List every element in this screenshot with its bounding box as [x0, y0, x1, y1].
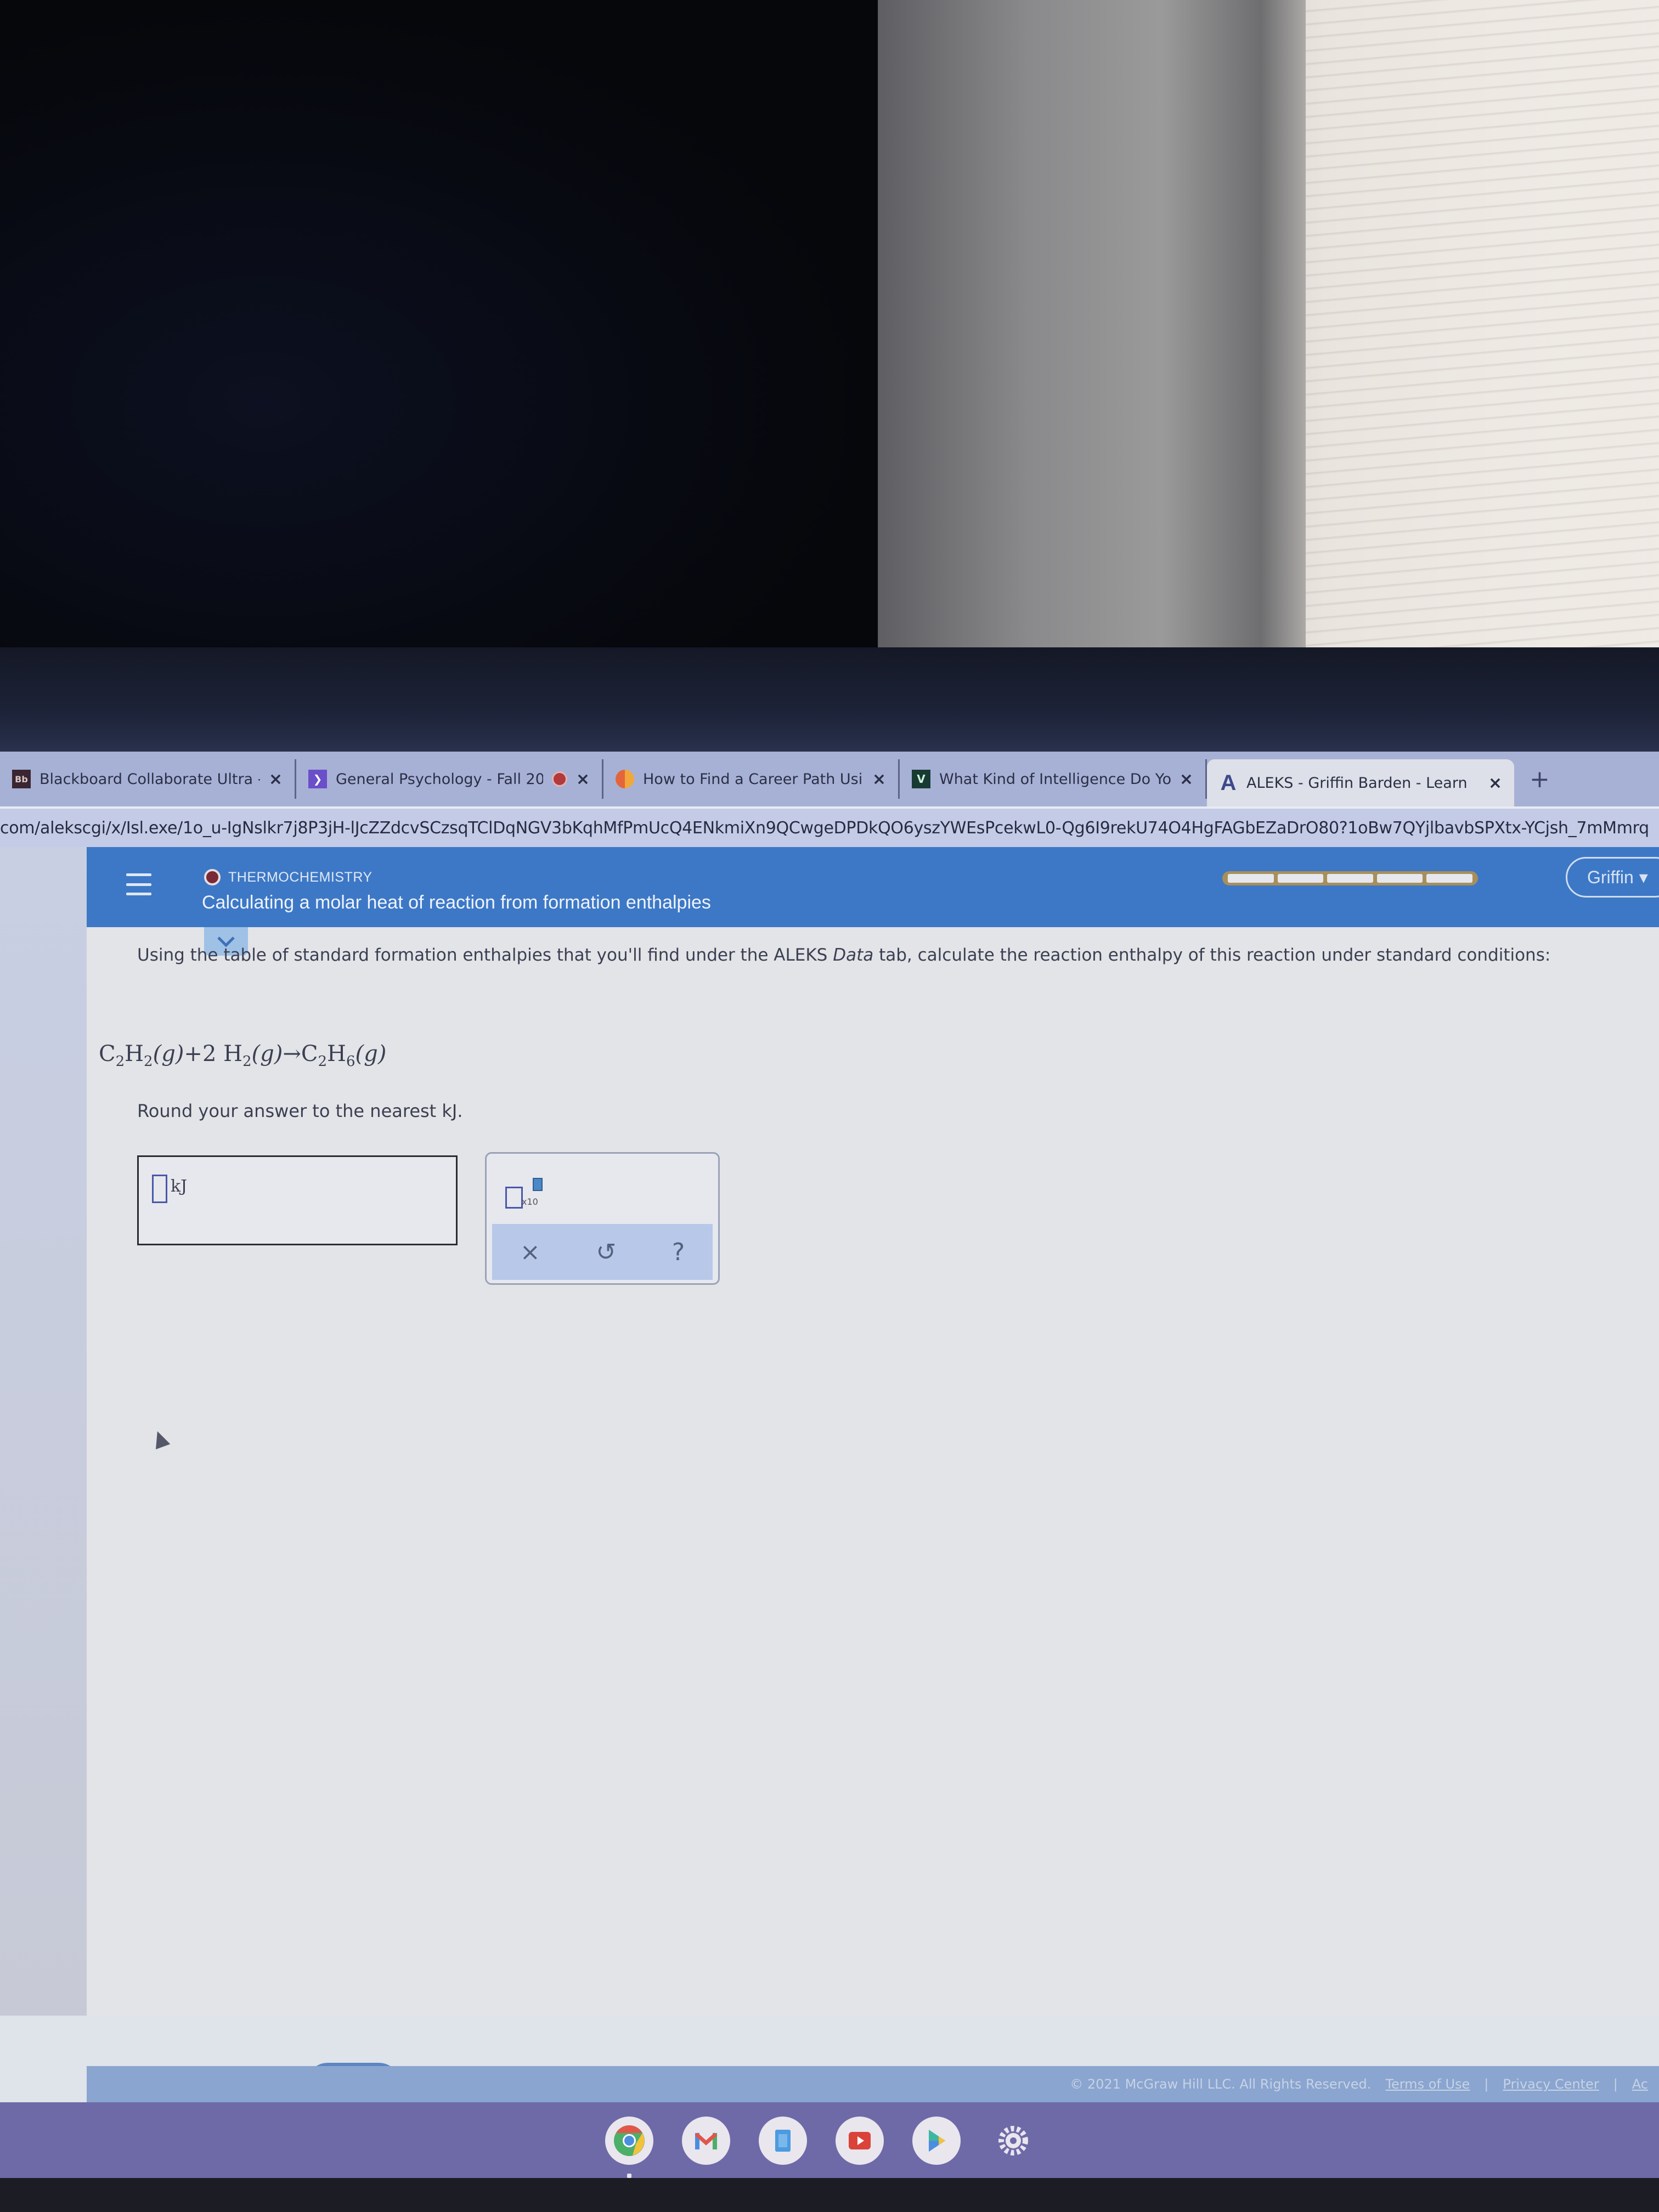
clear-button[interactable]: × [520, 1238, 540, 1266]
page-left-gutter [0, 847, 87, 2016]
eq-symbol: C [301, 1041, 318, 1066]
eq-subscript: 6 [346, 1053, 356, 1070]
terms-of-use-link[interactable]: Terms of Use [1385, 2076, 1470, 2092]
answer-box: kJ [137, 1155, 458, 1245]
eq-symbol: H [125, 1041, 144, 1066]
chemical-equation: C2H2(g)+2 H2(g)→C2H6(g) [99, 1041, 386, 1070]
topic-label: THERMOCHEMISTRY [228, 869, 373, 885]
answer-input[interactable] [152, 1175, 167, 1203]
eq-coefficient: 2 [202, 1041, 217, 1066]
progress-segment [1376, 874, 1423, 883]
os-shelf [0, 2102, 1659, 2179]
answer-unit: kJ [171, 1177, 188, 1196]
eq-plus: + [184, 1041, 202, 1066]
tab-aleks[interactable]: A ALEKS - Griffin Barden - Learn × [1207, 759, 1514, 806]
close-tab-icon[interactable]: × [1180, 770, 1193, 789]
window-blinds [1306, 0, 1659, 647]
user-menu-button[interactable]: Griffin ▾ [1566, 857, 1659, 898]
files-icon[interactable] [759, 2117, 807, 2165]
close-tab-icon[interactable]: × [1488, 774, 1502, 793]
photo-background-room [0, 0, 1659, 669]
chevron-down-icon: ▾ [1639, 867, 1648, 887]
aleks-app: THERMOCHEMISTRY Calculating a molar heat… [87, 847, 1659, 2016]
footer-separator: | [1613, 2076, 1618, 2092]
hamburger-menu-icon[interactable] [126, 873, 151, 895]
aleks-a-icon: A [1220, 770, 1237, 795]
question-intro-end: tab, calculate the reaction enthalpy of … [873, 945, 1551, 965]
recording-indicator-icon [552, 771, 567, 787]
footer-separator: | [1484, 2076, 1489, 2092]
progress-segment [1228, 874, 1274, 883]
browser-tab-strip: Bb Blackboard Collaborate Ultra - 2 × ❯ … [0, 752, 1659, 806]
eq-subscript: 2 [318, 1053, 328, 1070]
tab-career-path[interactable]: How to Find a Career Path Using × [603, 759, 900, 799]
close-tab-icon[interactable]: × [269, 770, 283, 789]
undo-button[interactable]: ↺ [596, 1238, 616, 1266]
user-name: Griffin [1587, 867, 1634, 887]
new-tab-button[interactable]: + [1514, 765, 1565, 793]
topic-progress-bar [1222, 871, 1478, 885]
eq-subscript: 2 [115, 1053, 125, 1070]
math-tool-panel: x10 × ↺ ? [485, 1152, 720, 1285]
tab-title: How to Find a Career Path Using [643, 770, 864, 788]
accessibility-link[interactable]: Ac [1632, 2076, 1648, 2092]
blackboard-icon: Bb [12, 770, 31, 788]
close-tab-icon[interactable]: × [872, 770, 886, 789]
question-intro: Using the table of standard formation en… [137, 945, 833, 965]
exponent-box-icon [533, 1178, 543, 1191]
half-circle-icon [616, 770, 634, 788]
v-badge-icon: V [912, 770, 930, 788]
tool-actions: × ↺ ? [492, 1224, 713, 1280]
data-tab-reference: Data [833, 945, 874, 965]
mantissa-box-icon [505, 1187, 523, 1209]
rounding-instruction: Round your answer to the nearest kJ. [137, 1101, 463, 1121]
settings-icon[interactable] [989, 2117, 1037, 2165]
question-text: Using the table of standard formation en… [137, 944, 1585, 967]
chevron-right-badge-icon: ❯ [308, 770, 327, 788]
tab-general-psychology[interactable]: ❯ General Psychology - Fall 20 × [296, 759, 603, 799]
chrome-icon[interactable] [605, 2117, 653, 2178]
eq-symbol: H [327, 1041, 346, 1066]
times-ten-label: x10 [522, 1197, 538, 1207]
topic-status-dot-icon [204, 869, 221, 885]
tab-title: General Psychology - Fall 20 [336, 770, 544, 788]
page-footer: © 2021 McGraw Hill LLC. All Rights Reser… [87, 2066, 1659, 2102]
running-indicator [627, 2174, 631, 2178]
laptop-screen: Bb Blackboard Collaborate Ultra - 2 × ❯ … [0, 752, 1659, 2179]
copyright-text: © 2021 McGraw Hill LLC. All Rights Reser… [1070, 2076, 1372, 2092]
help-button[interactable]: ? [672, 1238, 685, 1266]
laptop-bezel [0, 647, 1659, 757]
eq-subscript: 2 [144, 1053, 153, 1070]
address-bar[interactable]: com/alekscgi/x/Isl.exe/1o_u-IgNslkr7j8P3… [0, 806, 1659, 849]
progress-segment [1327, 874, 1373, 883]
dark-wall [0, 0, 878, 669]
play-store-icon[interactable] [912, 2117, 961, 2165]
tab-blackboard[interactable]: Bb Blackboard Collaborate Ultra - 2 × [0, 759, 296, 799]
youtube-icon[interactable] [836, 2117, 884, 2165]
tab-intelligence-quiz[interactable]: V What Kind of Intelligence Do You × [900, 759, 1207, 799]
eq-symbol: C [99, 1041, 116, 1066]
lesson-title: Calculating a molar heat of reaction fro… [202, 892, 711, 913]
scientific-notation-button[interactable]: x10 [505, 1178, 555, 1211]
url-text[interactable]: com/alekscgi/x/Isl.exe/1o_u-IgNslkr7j8P3… [0, 819, 1649, 838]
close-tab-icon[interactable]: × [576, 770, 590, 789]
tab-title: Blackboard Collaborate Ultra - 2 [40, 770, 260, 788]
laptop-lower-bezel [0, 2178, 1659, 2212]
eq-arrow: → [283, 1041, 301, 1066]
eq-state: (g) [251, 1041, 283, 1066]
gmail-icon[interactable] [682, 2117, 730, 2165]
lesson-header: THERMOCHEMISTRY Calculating a molar heat… [87, 847, 1659, 927]
topic-row: THERMOCHEMISTRY [204, 869, 373, 885]
tab-title: What Kind of Intelligence Do You [939, 770, 1171, 788]
tab-title: ALEKS - Griffin Barden - Learn [1246, 774, 1468, 792]
progress-segment [1426, 874, 1472, 883]
eq-symbol: H [223, 1041, 242, 1066]
progress-segment [1277, 874, 1324, 883]
eq-subscript: 2 [242, 1053, 252, 1070]
eq-state: (g) [153, 1041, 184, 1066]
eq-state: (g) [355, 1041, 387, 1066]
privacy-center-link[interactable]: Privacy Center [1503, 2076, 1599, 2092]
